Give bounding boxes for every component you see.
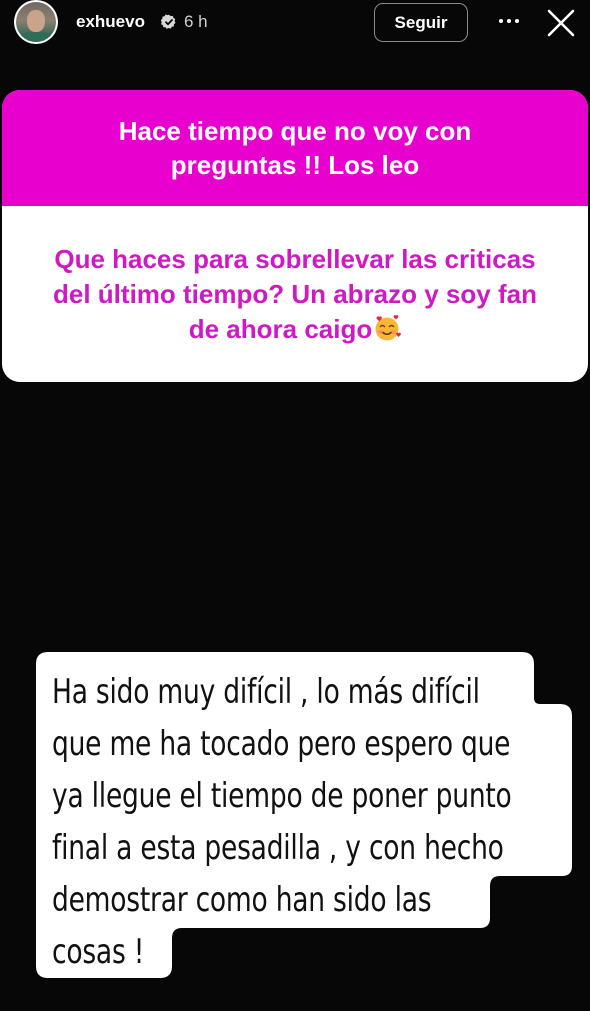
question-text-line: del último tiempo? Un abrazo y soy fan bbox=[53, 278, 537, 309]
question-text-line: Que haces para sobrellevar las criticas bbox=[54, 243, 536, 274]
more-dots-icon[interactable] bbox=[494, 6, 524, 36]
story-header: exhuevo 6 h Seguir bbox=[0, 0, 590, 46]
answer-line: Ha sido muy difícil , lo más difícil bbox=[52, 672, 480, 712]
answer-line: demostrar como han sido las bbox=[52, 880, 432, 920]
answer-text: Ha sido muy difícil , lo más difícil que… bbox=[52, 666, 512, 978]
username[interactable]: exhuevo bbox=[76, 12, 145, 32]
question-text: Que haces para sobrellevar las criticas … bbox=[2, 206, 588, 382]
question-text-line: de ahora caigo bbox=[188, 313, 373, 344]
answer-line: que me ha tocado pero espero que bbox=[52, 724, 511, 764]
avatar[interactable] bbox=[14, 0, 58, 44]
answer-line: ya llegue el tiempo de poner punto bbox=[52, 776, 512, 816]
question-prompt: Hace tiempo que no voy con preguntas !! … bbox=[2, 90, 588, 206]
time-ago: 6 h bbox=[184, 12, 208, 31]
close-icon[interactable] bbox=[546, 8, 576, 38]
question-prompt-line: preguntas !! Los leo bbox=[170, 150, 420, 180]
verified-badge-icon bbox=[161, 14, 176, 29]
question-text-line-last: de ahora caigo bbox=[53, 312, 537, 347]
follow-button[interactable]: Seguir bbox=[374, 3, 468, 42]
question-prompt-line: Hace tiempo que no voy con bbox=[118, 116, 472, 146]
question-sticker: Hace tiempo que no voy con preguntas !! … bbox=[2, 90, 588, 382]
smiling-face-with-hearts-icon bbox=[375, 314, 402, 340]
answer-line: final a esta pesadilla , y con hecho bbox=[52, 828, 504, 868]
avatar-image bbox=[16, 2, 56, 42]
answer-line: cosas ! bbox=[52, 932, 145, 972]
